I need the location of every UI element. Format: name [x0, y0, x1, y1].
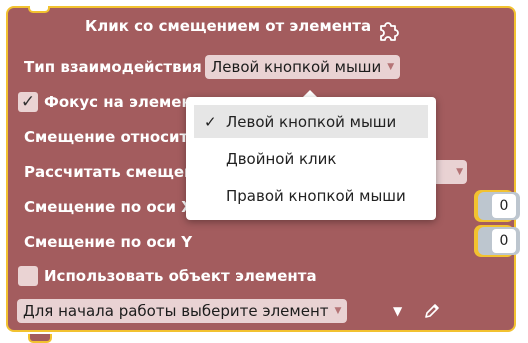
menu-item-right-click[interactable]: Правой кнопкой мыши: [194, 179, 428, 212]
interaction-type-label: Тип взаимодействия: [24, 58, 202, 76]
offset-y-input[interactable]: 0: [492, 229, 516, 253]
interaction-type-menu: ✓ Левой кнопкой мыши Двойной клик Правой…: [186, 97, 436, 220]
chevron-down-icon: ▼: [456, 167, 463, 177]
menu-item-label: Левой кнопкой мыши: [226, 112, 397, 131]
menu-item-label: Правой кнопкой мыши: [226, 186, 406, 205]
element-select-value: Для начала работы выберите элемент: [23, 302, 329, 320]
chevron-down-icon: ▼: [334, 306, 342, 316]
interaction-type-value: Левой кнопкой мыши: [211, 58, 382, 76]
puzzle-icon[interactable]: [375, 17, 403, 45]
check-icon: ✓: [204, 112, 217, 131]
offset-relative-label: Смещение относит: [24, 128, 189, 146]
focus-checkbox[interactable]: ✓: [18, 92, 38, 112]
block-title: Клик со смещением от элемента: [85, 17, 372, 35]
menu-item-double-click[interactable]: Двойной клик: [194, 142, 428, 175]
offset-y-label: Смещение по оси Y: [24, 233, 193, 251]
pencil-icon[interactable]: [424, 303, 440, 319]
offset-x-label: Смещение по оси X: [24, 198, 193, 216]
bottom-tab: [28, 334, 52, 343]
menu-item-label: Двойной клик: [226, 149, 337, 168]
expand-triangle-icon[interactable]: ▼: [393, 304, 402, 318]
top-notch: [28, 6, 50, 13]
chevron-down-icon: ▼: [387, 62, 395, 72]
use-element-label: Использовать объект элемента: [44, 267, 317, 285]
focus-label: Фокус на элемен: [44, 93, 192, 111]
interaction-type-dropdown[interactable]: Левой кнопкой мыши ▼: [205, 55, 401, 79]
use-element-checkbox[interactable]: [18, 266, 38, 286]
element-select-dropdown[interactable]: Для начала работы выберите элемент ▼: [17, 299, 348, 323]
calc-offset-label: Рассчитать смещен: [24, 163, 195, 181]
menu-item-left-click[interactable]: ✓ Левой кнопкой мыши: [194, 105, 428, 138]
offset-x-input[interactable]: 0: [492, 194, 516, 218]
